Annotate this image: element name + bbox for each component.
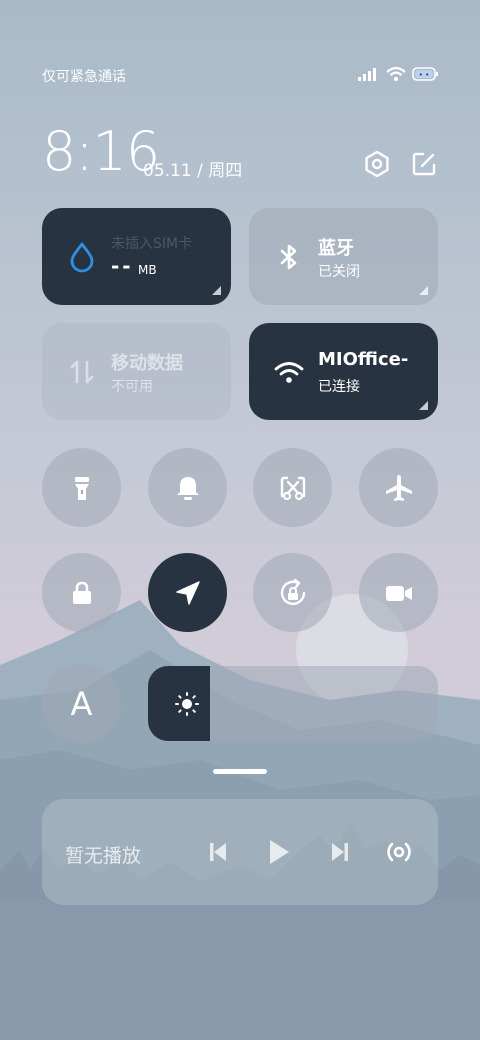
screenshot-scissors-icon <box>280 476 305 500</box>
edit-icon[interactable] <box>410 150 438 178</box>
svg-text:• •: • • <box>419 71 429 79</box>
data-usage-unit: MB <box>138 263 157 277</box>
signal-icon <box>358 68 376 81</box>
location-arrow-icon <box>175 580 200 605</box>
audio-output-icon[interactable] <box>384 836 414 868</box>
screenshot-toggle[interactable] <box>253 448 332 527</box>
wifi-network-name: MIOffice- <box>318 349 409 370</box>
flashlight-toggle[interactable] <box>42 448 121 527</box>
brightness-slider[interactable] <box>148 666 438 741</box>
location-toggle[interactable] <box>148 553 227 632</box>
water-drop-icon <box>70 242 94 273</box>
mobile-data-tile[interactable]: 移动数据 不可用 <box>42 323 231 420</box>
bluetooth-status: 已关闭 <box>318 264 360 280</box>
airplane-icon <box>385 474 412 501</box>
mobile-data-title: 移动数据 <box>111 353 183 374</box>
previous-track-icon[interactable] <box>207 840 229 864</box>
expand-corner-icon <box>419 286 428 295</box>
airplane-mode-toggle[interactable] <box>359 448 438 527</box>
wifi-tile[interactable]: MIOffice- 已连接 <box>249 323 438 420</box>
media-status-text: 暂无播放 <box>65 845 142 867</box>
ringer-toggle[interactable] <box>148 448 227 527</box>
wifi-status: 已连接 <box>318 379 360 395</box>
data-usage-tile[interactable]: 未插入SIM卡 - - MB <box>42 208 231 305</box>
expand-corner-icon <box>419 401 428 410</box>
flashlight-icon <box>74 476 89 500</box>
clock-time: 8:16 <box>42 120 160 183</box>
battery-icon: • • <box>412 67 438 81</box>
bluetooth-title: 蓝牙 <box>318 238 354 259</box>
mobile-data-status: 不可用 <box>111 379 153 395</box>
media-player-card[interactable]: 暂无播放 <box>42 799 438 905</box>
text-mode-label: A <box>70 684 93 723</box>
bluetooth-icon <box>280 244 297 270</box>
text-mode-toggle[interactable]: A <box>42 664 121 743</box>
status-icons: • • <box>358 66 438 82</box>
screen-record-toggle[interactable] <box>359 553 438 632</box>
carrier-text: 仅可紧急通话 <box>42 69 126 85</box>
wifi-icon <box>274 362 304 383</box>
bluetooth-tile[interactable]: 蓝牙 已关闭 <box>249 208 438 305</box>
brightness-sun-icon <box>175 692 199 716</box>
settings-icon[interactable] <box>363 150 391 178</box>
drag-handle[interactable] <box>213 769 267 774</box>
play-icon[interactable] <box>267 838 291 866</box>
data-usage-value: - - <box>111 254 131 278</box>
status-bar: 仅可紧急通话 • • <box>42 66 438 88</box>
lock-icon <box>72 581 91 604</box>
clock-date: 05.11 / 周四 <box>143 161 243 181</box>
data-arrows-icon <box>70 360 94 384</box>
sim-status-text: 未插入SIM卡 <box>111 236 193 252</box>
wifi-status-icon <box>386 66 406 81</box>
bell-icon <box>176 476 199 500</box>
screen-lock-toggle[interactable] <box>42 553 121 632</box>
rotation-lock-toggle[interactable] <box>253 553 332 632</box>
expand-corner-icon <box>212 286 221 295</box>
rotation-lock-icon <box>280 578 305 605</box>
next-track-icon[interactable] <box>329 840 351 864</box>
video-camera-icon <box>385 585 412 601</box>
